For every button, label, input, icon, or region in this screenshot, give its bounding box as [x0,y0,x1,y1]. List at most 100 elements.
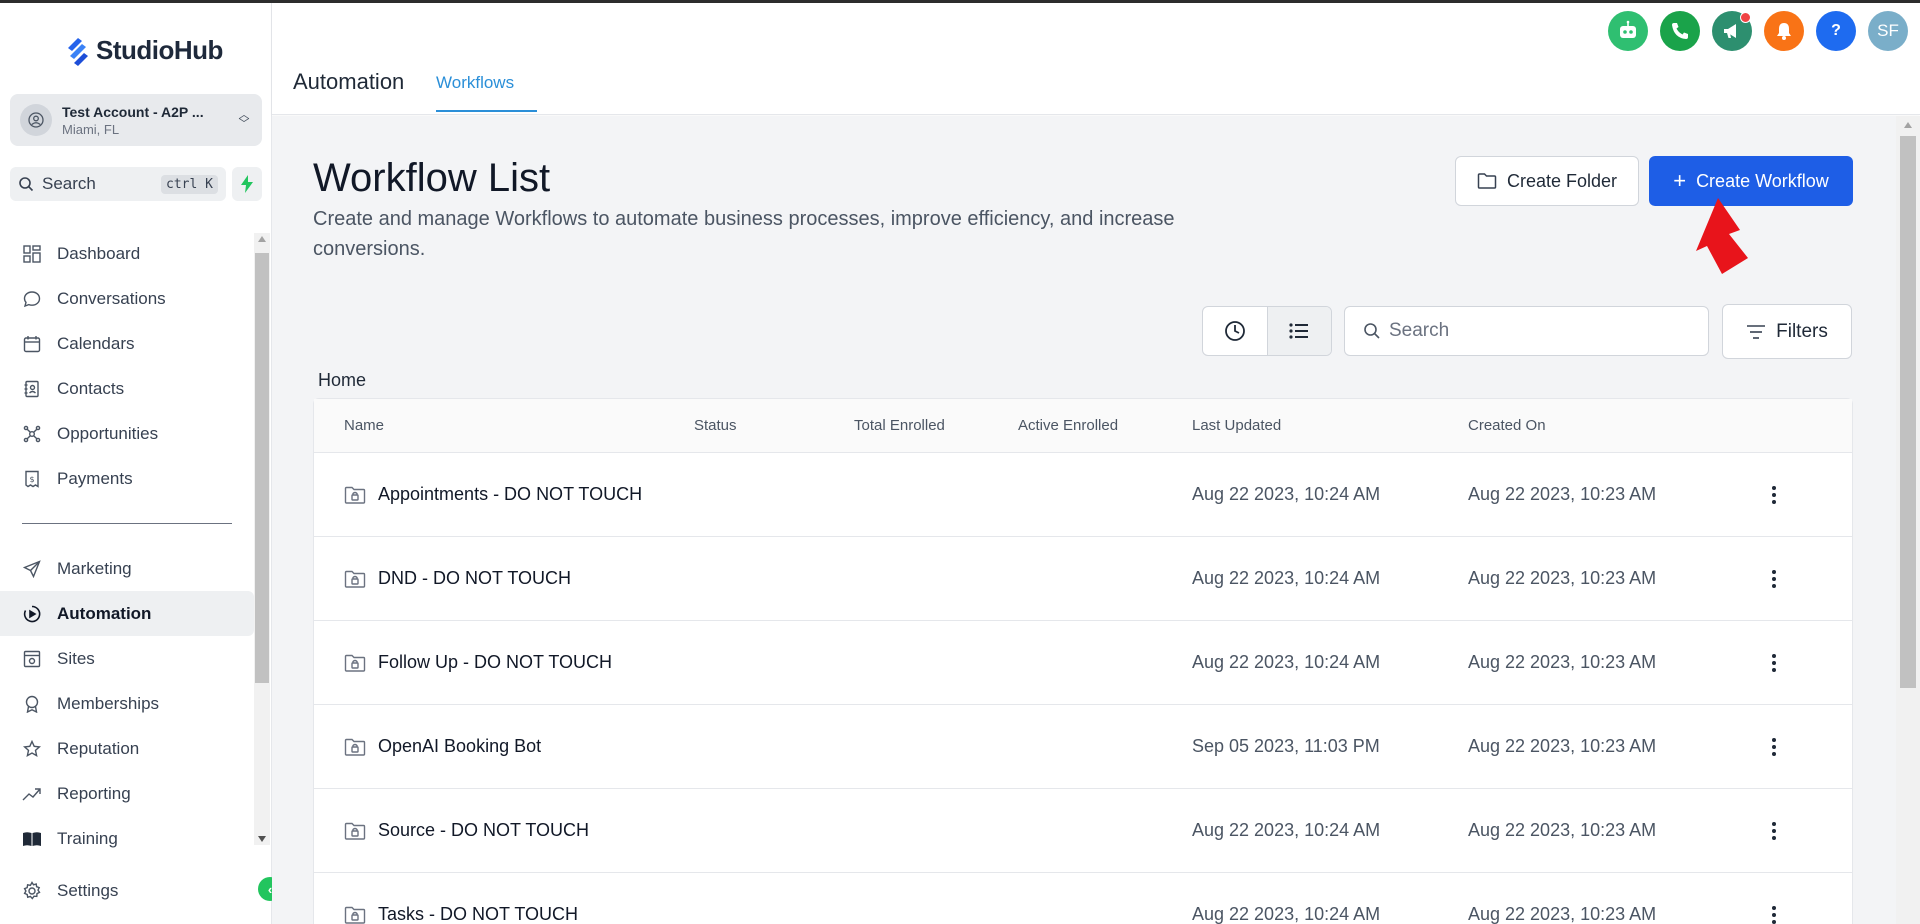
workflow-name[interactable]: OpenAI Booking Bot [378,736,541,757]
row-actions-button[interactable] [1754,569,1794,588]
phone-button[interactable] [1660,11,1700,51]
scroll-up-arrow-icon[interactable] [1904,122,1912,128]
recent-view-button[interactable] [1203,307,1267,355]
row-actions-button[interactable] [1754,485,1794,504]
create-folder-button[interactable]: Create Folder [1455,156,1639,206]
gear-icon [22,880,42,901]
sidebar-scroll-thumb[interactable] [255,253,269,683]
phone-icon [1672,23,1688,39]
help-button[interactable]: ? [1816,11,1856,51]
workflow-search-input[interactable]: Search [1344,306,1709,356]
scroll-up-arrow-icon[interactable] [258,236,266,242]
sidebar-item-calendars[interactable]: Calendars [0,321,254,366]
book-icon [22,829,42,849]
workflow-name[interactable]: Tasks - DO NOT TOUCH [378,904,578,924]
list-view-button[interactable] [1266,307,1331,355]
sidebar-item-label: Reporting [57,783,131,803]
sidebar-item-settings[interactable]: Settings [0,868,254,913]
column-header-active-enrolled[interactable]: Active Enrolled [1018,417,1192,434]
table-row[interactable]: OpenAI Booking Bot Sep 05 2023, 11:03 PM… [314,705,1852,789]
tab-workflows[interactable]: Workflows [436,73,514,93]
row-actions-button[interactable] [1754,821,1794,840]
locked-folder-icon [344,654,366,672]
sidebar-item-automation[interactable]: Automation [0,591,254,636]
table-row[interactable]: Tasks - DO NOT TOUCH Aug 22 2023, 10:24 … [314,873,1852,924]
workflow-name[interactable]: Appointments - DO NOT TOUCH [378,484,642,505]
account-name: Test Account - A2P ... [62,103,204,120]
brand-name: StudioHub [96,35,223,65]
sidebar-item-label: Memberships [57,693,160,713]
page-title: Workflow List [313,156,551,200]
scroll-down-arrow-icon[interactable] [258,836,266,842]
main-scroll-thumb[interactable] [1900,136,1916,688]
robot-icon [1620,20,1636,38]
row-actions-button[interactable] [1754,653,1794,672]
sidebar-item-reputation[interactable]: Reputation [0,726,254,771]
column-header-name[interactable]: Name [314,417,694,434]
last-updated-cell: Sep 05 2023, 11:03 PM [1192,736,1380,756]
sidebar-item-memberships[interactable]: Memberships [0,681,254,726]
automation-play-icon [22,604,42,624]
created-on-cell: Aug 22 2023, 10:23 AM [1468,484,1657,504]
column-header-total-enrolled[interactable]: Total Enrolled [854,417,1018,434]
view-toggle [1202,306,1332,356]
clock-icon [1224,321,1245,341]
filters-button[interactable]: Filters [1722,304,1852,359]
lightning-icon [241,175,253,193]
quick-action-button[interactable] [232,167,262,201]
list-icon [1289,323,1309,339]
row-actions-button[interactable] [1754,905,1794,924]
user-avatar[interactable]: SF [1868,11,1908,51]
main-content: Workflow List Create and manage Workflow… [272,116,1896,924]
created-on-cell: Aug 22 2023, 10:23 AM [1468,736,1657,756]
table-row[interactable]: Follow Up - DO NOT TOUCH Aug 22 2023, 10… [314,621,1852,705]
sidebar-item-payments[interactable]: $ Payments [0,456,254,501]
send-icon [22,559,42,579]
created-on-cell: Aug 22 2023, 10:23 AM [1468,652,1657,672]
sidebar-item-opportunities[interactable]: Opportunities [0,411,254,456]
table-row[interactable]: DND - DO NOT TOUCH Aug 22 2023, 10:24 AM… [314,537,1852,621]
sidebar-item-sites[interactable]: Sites [0,636,254,681]
notifications-button[interactable] [1764,11,1804,51]
create-folder-label: Create Folder [1506,170,1618,191]
created-on-cell: Aug 22 2023, 10:23 AM [1468,904,1657,924]
brand-logo[interactable]: StudioHub [64,35,223,66]
contacts-book-icon [22,379,42,399]
plus-icon: + [1673,168,1687,193]
row-actions-button[interactable] [1754,737,1794,756]
star-icon [22,739,42,759]
column-header-created-on[interactable]: Created On [1468,417,1754,434]
workflow-name[interactable]: DND - DO NOT TOUCH [378,568,571,589]
created-on-cell: Aug 22 2023, 10:23 AM [1468,820,1657,840]
column-header-status[interactable]: Status [694,417,854,434]
table-row[interactable]: Source - DO NOT TOUCH Aug 22 2023, 10:24… [314,789,1852,873]
sidebar-item-contacts[interactable]: Contacts [0,366,254,411]
sidebar-item-marketing[interactable]: Marketing [0,546,254,591]
locked-folder-icon [344,570,366,588]
column-header-last-updated[interactable]: Last Updated [1192,417,1468,434]
svg-text:$: $ [29,475,34,484]
sidebar-item-label: Contacts [57,378,125,398]
sidebar-item-training[interactable]: Training [0,816,254,861]
megaphone-icon [1724,24,1736,38]
sidebar-search[interactable]: Search ctrl K [10,167,226,201]
announcements-button[interactable] [1712,11,1752,51]
workflow-name[interactable]: Follow Up - DO NOT TOUCH [378,652,612,673]
last-updated-cell: Aug 22 2023, 10:24 AM [1192,904,1381,924]
ai-bot-button[interactable] [1608,11,1648,51]
table-row[interactable]: Appointments - DO NOT TOUCH Aug 22 2023,… [314,453,1852,537]
workflow-name[interactable]: Source - DO NOT TOUCH [378,820,589,841]
calendar-icon [22,334,42,354]
sidebar-item-label: Dashboard [57,243,141,263]
sidebar-item-dashboard[interactable]: Dashboard [0,231,254,276]
question-mark-icon: ? [1831,22,1841,39]
kebab-menu-icon [1772,905,1776,924]
sidebar-item-conversations[interactable]: Conversations [0,276,254,321]
last-updated-cell: Aug 22 2023, 10:24 AM [1192,568,1381,588]
sidebar-scrollbar[interactable] [254,233,270,845]
sidebar-item-reporting[interactable]: Reporting [0,771,254,816]
last-updated-cell: Aug 22 2023, 10:24 AM [1192,820,1381,840]
main-scrollbar[interactable] [1896,116,1920,924]
breadcrumb[interactable]: Home [318,370,366,391]
account-switcher[interactable]: Test Account - A2P ... Miami, FL ︿ ﹀ [10,94,262,146]
